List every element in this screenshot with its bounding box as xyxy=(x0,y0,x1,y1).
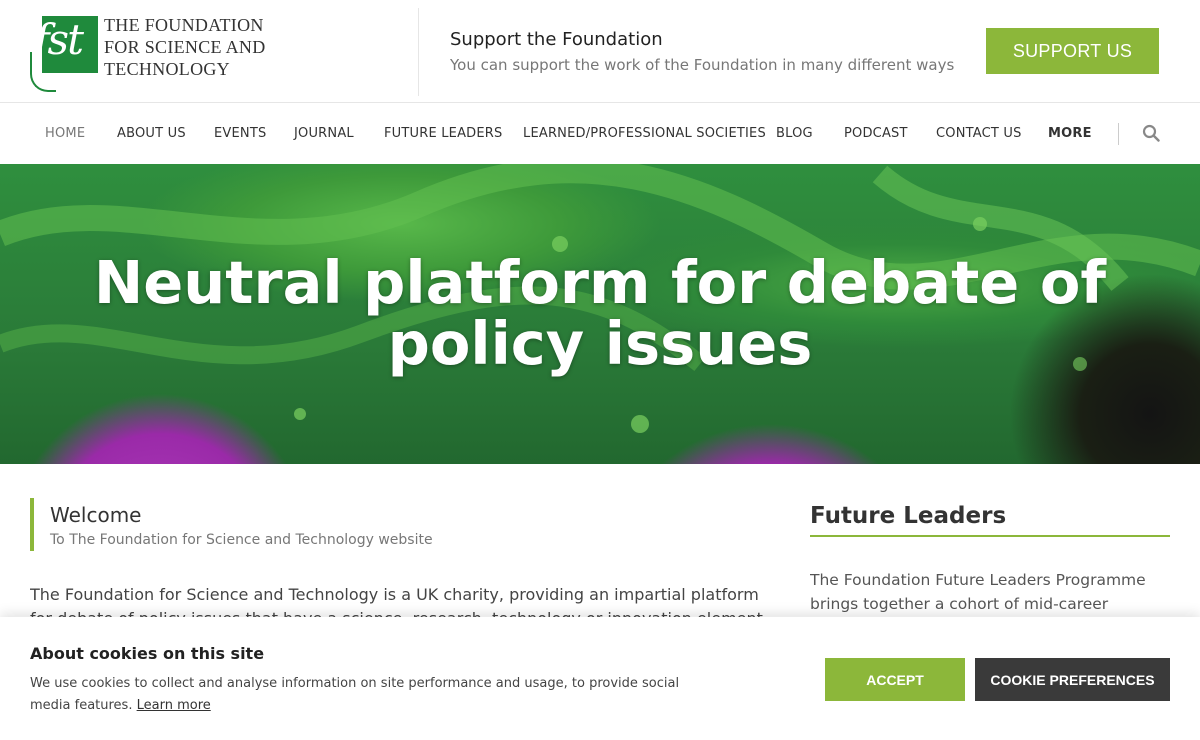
cookie-banner: About cookies on this site We use cookie… xyxy=(0,617,1200,740)
nav-podcast[interactable]: PODCAST xyxy=(844,126,908,141)
welcome-subtitle: To The Foundation for Science and Techno… xyxy=(50,532,433,548)
learn-more-link[interactable]: Learn more xyxy=(137,698,211,713)
nav-contact-us[interactable]: CONTACT US xyxy=(936,126,1022,141)
nav-separator xyxy=(1118,123,1119,145)
welcome-title: Welcome xyxy=(50,503,142,527)
hero-banner: Neutral platform for debate of policy is… xyxy=(0,164,1200,464)
logo-line-2: FOR SCIENCE AND xyxy=(104,37,266,57)
cookie-title: About cookies on this site xyxy=(30,644,265,663)
header-divider xyxy=(418,8,419,96)
logo-tail xyxy=(30,52,56,92)
cookie-description: We use cookies to collect and analyse in… xyxy=(30,676,680,713)
main-nav: HOME ABOUT US EVENTS JOURNAL FUTURE LEAD… xyxy=(0,103,1200,164)
welcome-body: The Foundation for Science and Technolog… xyxy=(30,585,768,617)
nav-journal[interactable]: JOURNAL xyxy=(294,126,354,141)
support-title: Support the Foundation xyxy=(450,29,663,50)
nav-blog[interactable]: BLOG xyxy=(776,126,813,141)
site-logo[interactable]: fst THE FOUNDATION FOR SCIENCE AND TECHN… xyxy=(30,14,290,92)
nav-future-leaders[interactable]: FUTURE LEADERS xyxy=(384,126,503,141)
logo-line-1: THE FOUNDATION xyxy=(104,15,264,35)
logo-text: THE FOUNDATION FOR SCIENCE AND TECHNOLOG… xyxy=(104,14,266,80)
future-leaders-rule xyxy=(810,535,1170,537)
support-us-button[interactable]: SUPPORT US xyxy=(986,28,1159,74)
hero-title: Neutral platform for debate of policy is… xyxy=(93,248,1107,378)
future-leaders-text: The Foundation Future Leaders Programme … xyxy=(810,571,1146,613)
nav-learned-societies[interactable]: LEARNED/PROFESSIONAL SOCIETIES xyxy=(523,126,766,141)
site-header: fst THE FOUNDATION FOR SCIENCE AND TECHN… xyxy=(0,0,1200,103)
accept-button[interactable]: ACCEPT xyxy=(825,658,965,701)
nav-events[interactable]: EVENTS xyxy=(214,126,266,141)
welcome-accent-bar xyxy=(30,498,34,551)
nav-about-us[interactable]: ABOUT US xyxy=(117,126,186,141)
cookie-text: We use cookies to collect and analyse in… xyxy=(30,673,710,717)
logo-line-3: TECHNOLOGY xyxy=(104,59,230,79)
support-subtitle: You can support the work of the Foundati… xyxy=(450,56,955,74)
nav-home[interactable]: HOME xyxy=(45,126,85,141)
logo-mark: fst xyxy=(30,16,98,92)
nav-more[interactable]: MORE xyxy=(1048,126,1092,141)
future-leaders-heading: Future Leaders xyxy=(810,503,1007,529)
cookie-preferences-button[interactable]: COOKIE PREFERENCES xyxy=(975,658,1170,701)
search-icon[interactable] xyxy=(1142,124,1160,142)
